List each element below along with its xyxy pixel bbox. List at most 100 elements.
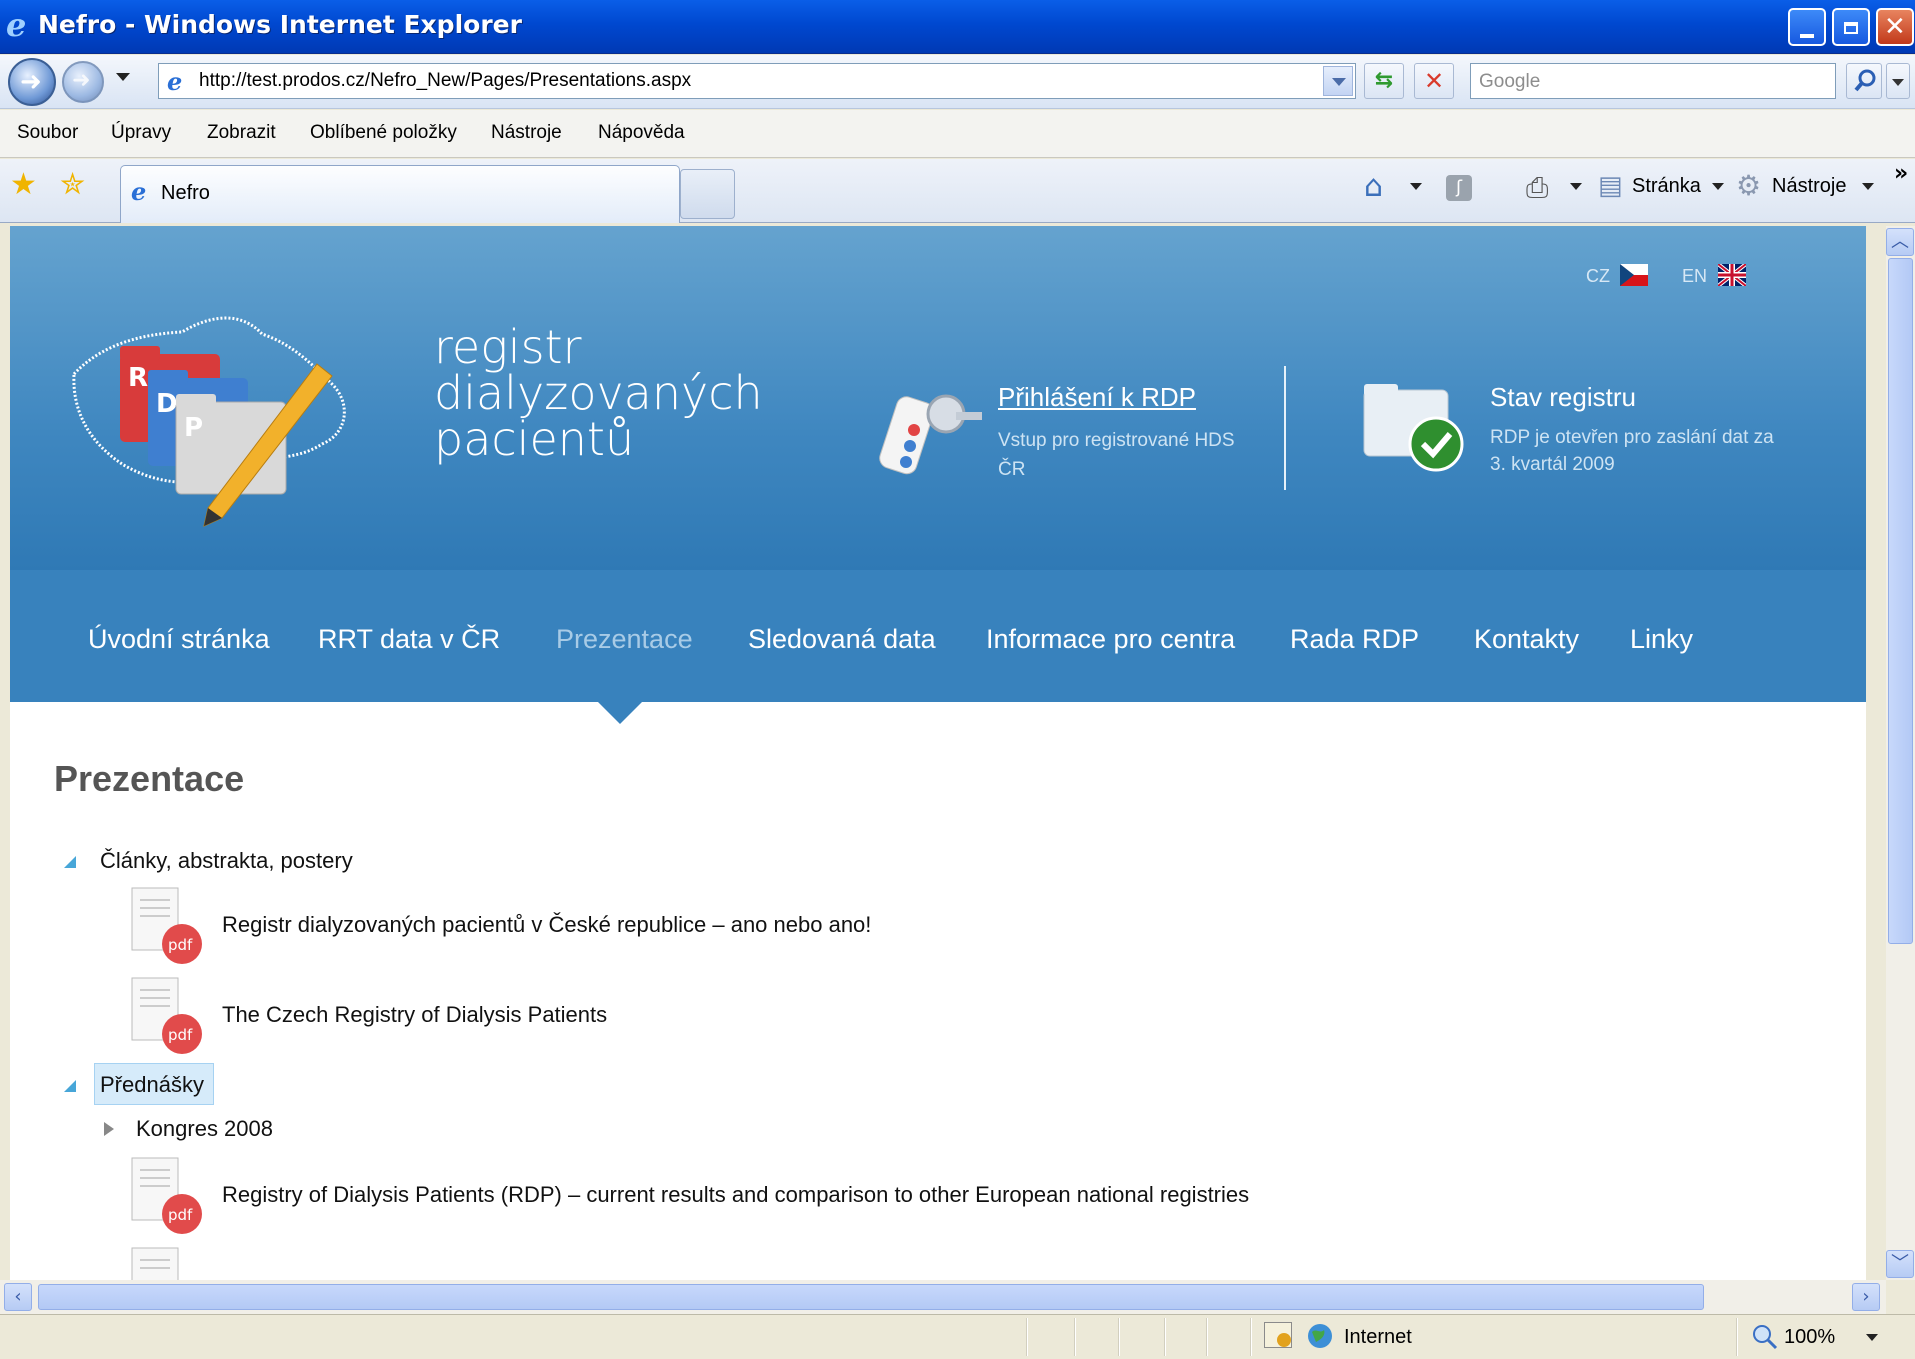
expand-toggle-icon[interactable] <box>64 1080 76 1092</box>
security-zone-label: Internet <box>1344 1326 1412 1348</box>
status-separator <box>1026 1318 1028 1356</box>
expand-toggle-icon[interactable] <box>64 856 76 868</box>
chevron-up-icon: ︿ <box>1891 231 1909 252</box>
rss-feed-icon[interactable]: ʃ <box>1446 175 1472 201</box>
document-link[interactable]: Registr dialyzovaných pacientů v České r… <box>222 912 871 938</box>
chevron-left-icon: ‹ <box>14 1286 22 1307</box>
svg-text:e: e <box>6 8 26 42</box>
history-dropdown-icon[interactable] <box>116 73 130 81</box>
scroll-left-button[interactable]: ‹ <box>4 1283 32 1311</box>
pdf-file-icon[interactable]: pdf <box>130 886 202 966</box>
site-header: CZ EN R D P registr dialyzovaných pacien… <box>10 226 1866 570</box>
nav-linky[interactable]: Linky <box>1630 624 1693 655</box>
svg-text:pdf: pdf <box>168 936 193 954</box>
svg-text:pdf: pdf <box>168 1026 193 1044</box>
scroll-up-button[interactable]: ︿ <box>1886 228 1914 256</box>
status-bar <box>0 1314 1915 1359</box>
brand-line-1: registr <box>434 320 582 374</box>
chevron-down-icon: ﹀ <box>1891 1253 1909 1274</box>
page-menu-button[interactable]: Stránka <box>1632 175 1701 198</box>
globe-icon <box>1308 1324 1332 1348</box>
tools-dropdown-icon[interactable] <box>1862 183 1874 190</box>
menu-nastroje[interactable]: Nástroje <box>491 122 562 144</box>
page-dropdown-icon[interactable] <box>1712 183 1724 190</box>
tools-menu-button[interactable]: Nástroje <box>1772 175 1846 198</box>
home-icon[interactable]: ⌂ <box>1364 169 1383 204</box>
gear-icon: ⚙ <box>1736 169 1762 202</box>
menu-zobrazit[interactable]: Zobrazit <box>207 122 276 144</box>
tree-node-kongres[interactable]: Kongres 2008 <box>136 1116 273 1142</box>
address-dropdown-button[interactable] <box>1323 66 1353 96</box>
tree-node-lectures[interactable]: Přednášky <box>100 1072 204 1098</box>
page-favicon-icon: e <box>167 68 182 96</box>
menu-upravy[interactable]: Úpravy <box>111 122 171 144</box>
status-separator <box>1250 1318 1252 1356</box>
pdf-file-icon[interactable]: pdf <box>130 976 202 1056</box>
menu-oblibene[interactable]: Oblíbené položky <box>310 122 457 144</box>
restore-button[interactable] <box>1832 8 1870 46</box>
status-separator <box>1164 1318 1166 1356</box>
tab-nefro[interactable]: e Nefro <box>120 165 680 223</box>
menu-napoveda[interactable]: Nápověda <box>598 122 685 144</box>
url-text: http://test.prodos.cz/Nefro_New/Pages/Pr… <box>199 70 692 91</box>
minimize-button[interactable] <box>1788 8 1826 46</box>
address-field[interactable]: e http://test.prodos.cz/Nefro_New/Pages/… <box>158 63 1356 99</box>
lang-en-link[interactable]: EN <box>1682 266 1707 287</box>
ie-logo-icon: e <box>6 8 26 42</box>
tree-node-articles[interactable]: Články, abstrakta, postery <box>100 848 353 874</box>
login-description: Vstup pro registrované HDS ČR <box>998 430 1235 480</box>
pdf-file-icon-partial[interactable] <box>130 1246 202 1280</box>
window-title: Nefro - Windows Internet Explorer <box>38 10 522 39</box>
print-icon[interactable]: ⎙ <box>1526 171 1548 205</box>
close-window-button[interactable]: ✕ <box>1876 8 1914 46</box>
uk-flag-icon[interactable] <box>1718 264 1746 286</box>
menu-soubor[interactable]: Soubor <box>17 122 78 144</box>
document-link[interactable]: The Czech Registry of Dialysis Patients <box>222 1002 607 1028</box>
nav-rrt-data[interactable]: RRT data v ČR <box>318 624 500 655</box>
nav-rada-rdp[interactable]: Rada RDP <box>1290 624 1419 655</box>
status-separator <box>1074 1318 1076 1356</box>
nav-kontakty[interactable]: Kontakty <box>1474 624 1579 655</box>
svg-text:pdf: pdf <box>168 1206 193 1224</box>
new-tab-button[interactable] <box>680 169 735 219</box>
collapse-toggle-icon[interactable] <box>104 1122 114 1136</box>
zoom-dropdown-icon[interactable] <box>1866 1334 1878 1341</box>
nav-prezentace[interactable]: Prezentace <box>556 624 693 655</box>
pdf-file-icon[interactable]: pdf <box>130 1156 202 1236</box>
nav-uvodni-stranka[interactable]: Úvodní stránka <box>88 624 270 655</box>
search-button[interactable] <box>1846 63 1882 99</box>
horizontal-scroll-thumb[interactable] <box>38 1284 1704 1310</box>
login-link[interactable]: Přihlášení k RDP <box>998 382 1196 413</box>
zoom-icon[interactable] <box>1752 1324 1778 1350</box>
back-button[interactable]: ➜ <box>8 58 56 106</box>
tab-favicon-icon: e <box>131 178 146 206</box>
svg-text:e: e <box>167 68 182 96</box>
svg-text:R: R <box>128 363 148 393</box>
lang-en-label: EN <box>1682 266 1708 286</box>
czech-flag-icon[interactable] <box>1620 264 1648 286</box>
more-chevron-icon[interactable]: » <box>1894 161 1908 186</box>
refresh-button[interactable]: ⇆ <box>1364 63 1404 99</box>
nav-sledovana-data[interactable]: Sledovaná data <box>748 624 936 655</box>
scroll-down-button[interactable]: ﹀ <box>1886 1250 1914 1278</box>
search-input[interactable]: Google <box>1470 63 1836 99</box>
scroll-right-button[interactable]: › <box>1852 1283 1880 1311</box>
window-title-bar[interactable]: e Nefro - Windows Internet Explorer ✕ <box>0 0 1915 54</box>
stop-button[interactable]: ✕ <box>1414 63 1454 99</box>
protected-mode-icon[interactable] <box>1264 1322 1292 1348</box>
forward-button[interactable]: ➜ <box>62 61 104 103</box>
print-dropdown-icon[interactable] <box>1570 183 1582 190</box>
status-separator <box>1206 1318 1208 1356</box>
search-options-button[interactable] <box>1886 63 1910 99</box>
forward-arrow-icon: ➜ <box>72 68 91 93</box>
document-link[interactable]: Registry of Dialysis Patients (RDP) – cu… <box>222 1182 1249 1208</box>
tab-bar: ★ ✮ e Nefro ⌂ ʃ ⎙ ▤ Stránka ⚙ Nástroje » <box>0 159 1915 223</box>
nav-informace-pro-centra[interactable]: Informace pro centra <box>986 624 1235 655</box>
zoom-level[interactable]: 100% <box>1784 1326 1835 1349</box>
vertical-scroll-thumb[interactable] <box>1888 258 1913 944</box>
add-favorite-icon[interactable]: ✮ <box>60 167 85 202</box>
home-dropdown-icon[interactable] <box>1410 183 1422 190</box>
lang-cz-label: CZ <box>1586 266 1610 286</box>
lang-cz-link[interactable]: CZ <box>1586 266 1610 287</box>
favorites-star-icon[interactable]: ★ <box>10 167 37 202</box>
